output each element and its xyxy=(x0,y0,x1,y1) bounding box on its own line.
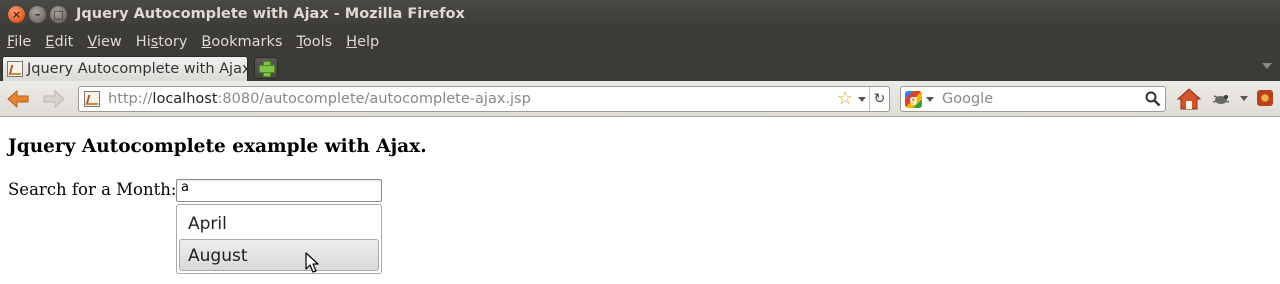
menu-help-label: elp xyxy=(357,34,380,50)
menu-bookmarks[interactable]: Bookmarks xyxy=(201,34,282,50)
tab-autocomplete[interactable]: Jquery Autocomplete with Ajax xyxy=(2,56,251,81)
month-search-label: Search for a Month: xyxy=(8,180,177,199)
menu-history[interactable]: History xyxy=(136,34,188,50)
plus-icon xyxy=(259,61,275,77)
addon-dropdown-icon[interactable] xyxy=(1240,96,1248,101)
page-content: Jquery Autocomplete example with Ajax. S… xyxy=(0,118,1280,284)
suggestion-april[interactable]: April xyxy=(179,207,379,239)
menu-bar: File Edit View History Bookmarks Tools H… xyxy=(0,30,1280,54)
reload-icon[interactable]: ↻ xyxy=(869,87,889,111)
menu-bookmarks-label: ookmarks xyxy=(211,34,283,50)
star-icon[interactable]: ☆ xyxy=(837,89,853,109)
google-engine-icon[interactable]: g xyxy=(905,90,922,108)
url-scheme: http:// xyxy=(108,91,153,107)
menu-tools-label: ools xyxy=(302,34,333,50)
url-host: localhost xyxy=(152,91,218,107)
menu-file[interactable]: File xyxy=(7,34,31,50)
menu-view-accel: V xyxy=(87,34,97,50)
url-text[interactable]: http://localhost:8080/autocomplete/autoc… xyxy=(108,91,889,107)
month-search-input[interactable]: a xyxy=(176,179,382,202)
url-bar[interactable]: http://localhost:8080/autocomplete/autoc… xyxy=(78,86,890,112)
tab-strip: Jquery Autocomplete with Ajax xyxy=(0,54,1280,81)
menu-view-label: iew xyxy=(96,34,122,50)
site-identity-icon[interactable] xyxy=(84,91,100,107)
window-controls: × – □ xyxy=(8,6,67,23)
menu-edit-label: dit xyxy=(54,34,74,50)
mouse-pointer-icon xyxy=(305,252,319,273)
window-maximize-button[interactable]: □ xyxy=(50,6,67,23)
search-bar[interactable]: g Google xyxy=(900,86,1166,112)
menu-edit[interactable]: Edit xyxy=(45,34,73,50)
window-close-button[interactable]: × xyxy=(8,6,25,23)
tab-list-dropdown-icon[interactable] xyxy=(1262,63,1272,69)
addon-icon[interactable] xyxy=(1210,89,1232,109)
url-history-dropdown-icon[interactable] xyxy=(858,97,866,102)
page-favicon-icon xyxy=(7,61,23,77)
forward-arrow-icon xyxy=(43,89,65,109)
back-arrow-icon xyxy=(7,89,29,109)
menu-help[interactable]: Help xyxy=(346,34,379,50)
back-button[interactable] xyxy=(6,88,30,110)
home-icon[interactable] xyxy=(1176,87,1202,111)
new-tab-button[interactable] xyxy=(254,57,278,79)
window-title: Jquery Autocomplete with Ajax - Mozilla … xyxy=(76,6,465,22)
menu-bookmarks-accel: B xyxy=(201,34,212,50)
magnifier-icon[interactable] xyxy=(1145,91,1161,107)
suggestion-august[interactable]: August xyxy=(179,239,379,271)
menu-view[interactable]: View xyxy=(87,34,121,50)
menu-file-label: ile xyxy=(14,34,32,50)
tab-label: Jquery Autocomplete with Ajax xyxy=(27,61,251,77)
search-engine-dropdown-icon[interactable] xyxy=(926,96,934,102)
window-minimize-button[interactable]: – xyxy=(29,6,46,23)
navigation-toolbar: http://localhost:8080/autocomplete/autoc… xyxy=(0,81,1280,117)
forward-button[interactable] xyxy=(42,88,66,110)
menu-tools[interactable]: Tools xyxy=(296,34,332,50)
bug-icon[interactable] xyxy=(1257,90,1273,106)
menu-history-prefix: Hi xyxy=(135,34,151,50)
menu-history-label: tory xyxy=(158,34,188,50)
autocomplete-dropdown: April August xyxy=(176,204,382,274)
window-titlebar: × – □ Jquery Autocomplete with Ajax - Mo… xyxy=(0,0,1280,30)
page-heading: Jquery Autocomplete example with Ajax. xyxy=(8,136,427,157)
url-path: :8080/autocomplete/autocomplete-ajax.jsp xyxy=(217,91,531,107)
menu-help-accel: H xyxy=(346,34,358,50)
search-input[interactable]: Google xyxy=(942,91,1145,107)
